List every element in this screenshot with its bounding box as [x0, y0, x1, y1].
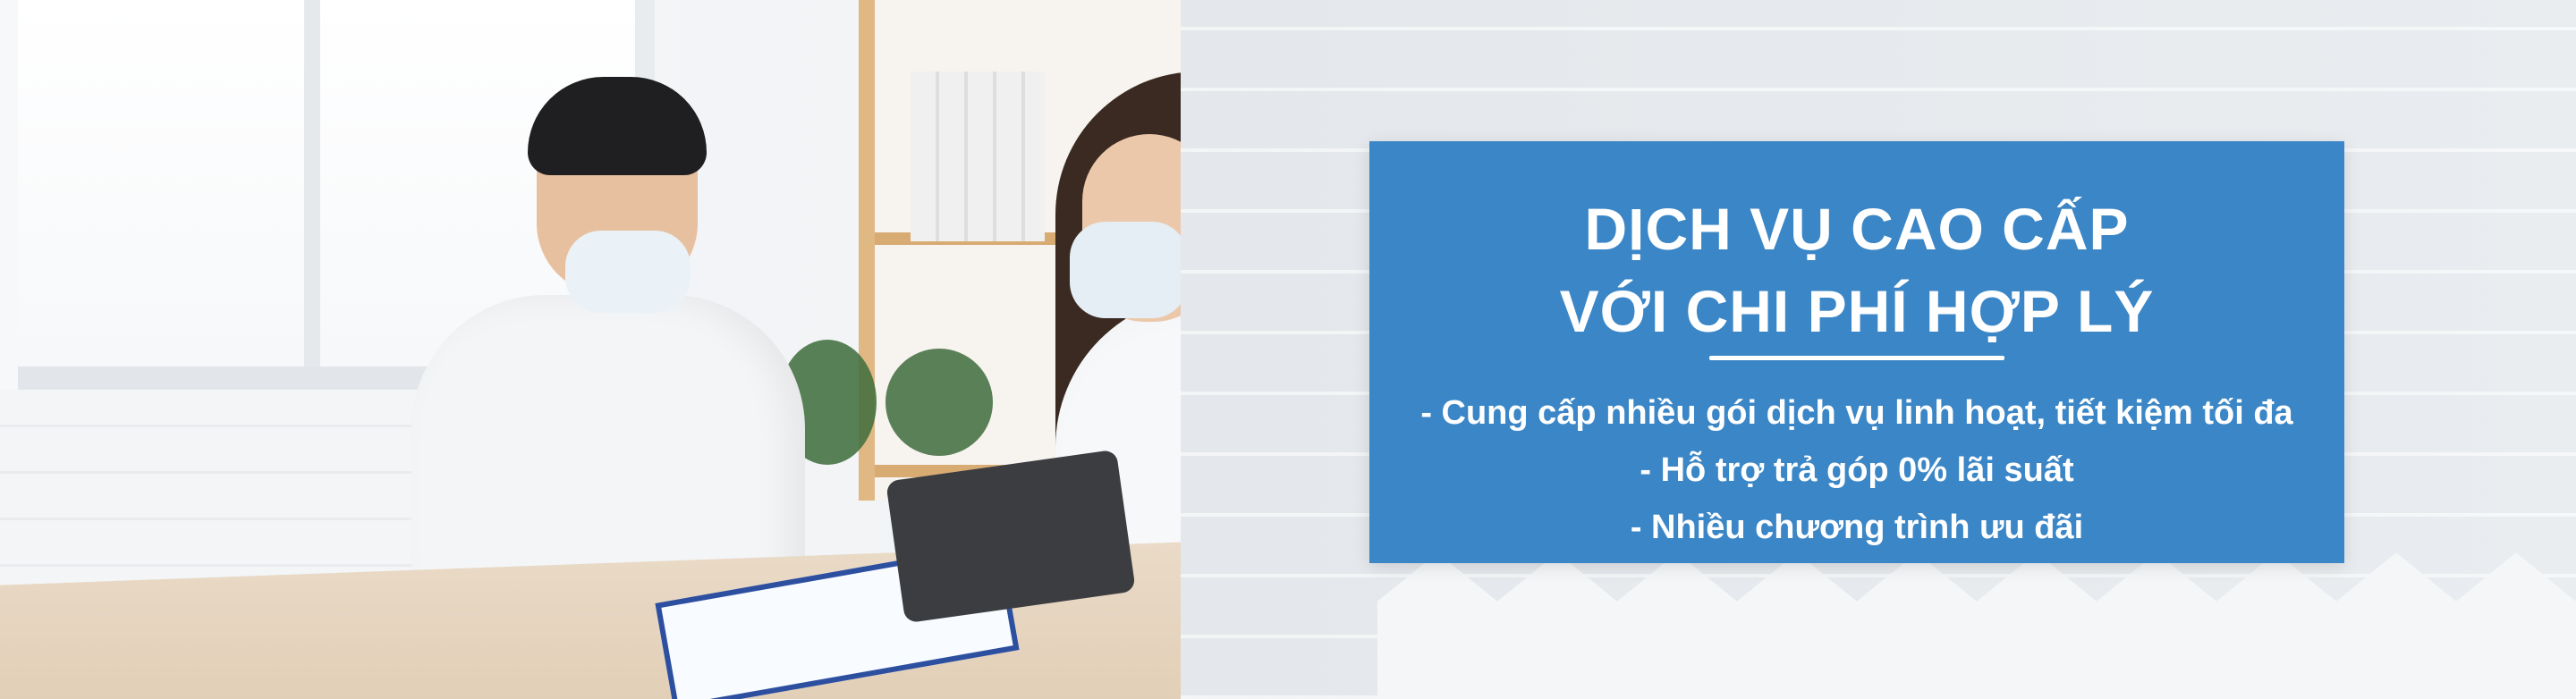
- plant: [886, 349, 993, 456]
- hero-banner: DỊCH VỤ CAO CẤP VỚI CHI PHÍ HỢP LÝ - Cun…: [0, 0, 2576, 699]
- face-mask: [565, 231, 691, 313]
- books: [911, 72, 1045, 241]
- benefit-item: - Hỗ trợ trả góp 0% lãi suất: [1640, 451, 2074, 489]
- headline: DỊCH VỤ CAO CẤP VỚI CHI PHÍ HỢP LÝ: [1369, 188, 2344, 352]
- benefits-list: - Cung cấp nhiều gói dịch vụ linh hoạt, …: [1369, 384, 2344, 556]
- face-mask: [1070, 222, 1188, 318]
- benefit-item: - Cung cấp nhiều gói dịch vụ linh hoạt, …: [1420, 394, 2293, 432]
- benefit-item: - Nhiều chương trình ưu đãi: [1630, 509, 2084, 546]
- window-frame: [18, 0, 320, 366]
- divider: [1709, 356, 2004, 360]
- headline-line-1: DỊCH VỤ CAO CẤP: [1584, 196, 2130, 262]
- headline-line-2: VỚI CHI PHÍ HỢP LÝ: [1559, 278, 2155, 344]
- patient-figure: [411, 295, 805, 599]
- promo-box: DỊCH VỤ CAO CẤP VỚI CHI PHÍ HỢP LÝ - Cun…: [1369, 141, 2344, 563]
